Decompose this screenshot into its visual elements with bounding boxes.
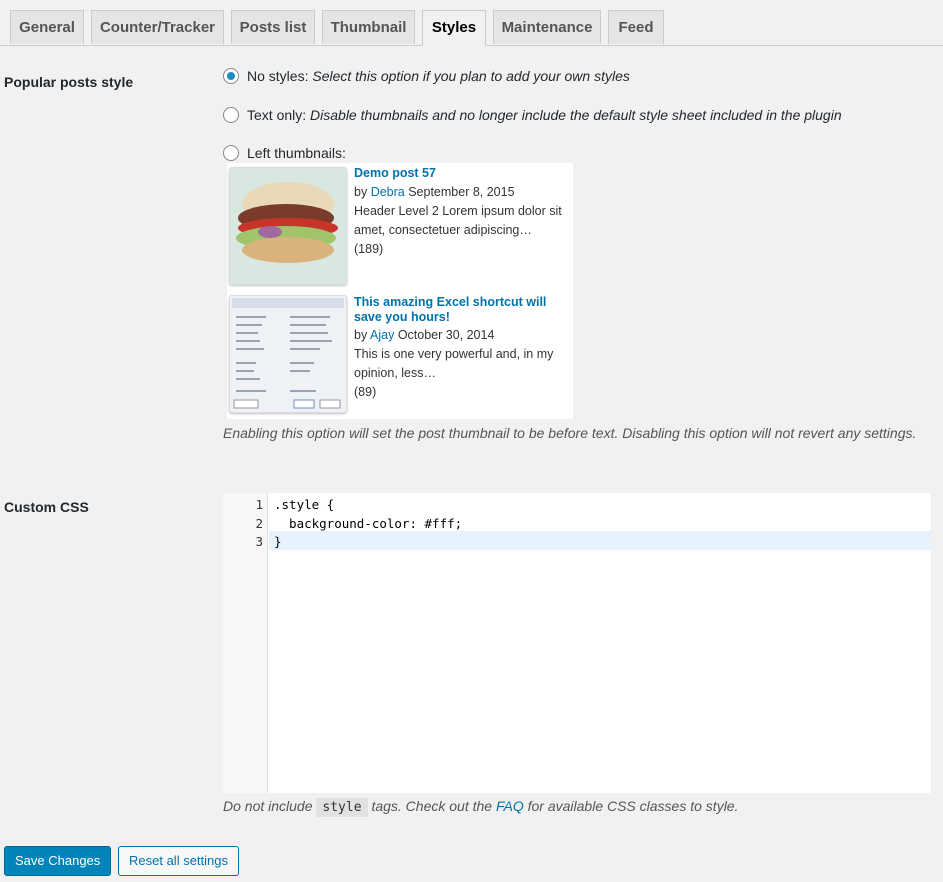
option-text-only-desc: Disable thumbnails and no longer include… <box>310 107 842 123</box>
radio-no-styles[interactable] <box>223 68 239 84</box>
option-no-styles[interactable]: No styles: Select this option if you pla… <box>223 68 630 84</box>
settings-tabs: General Counter/Tracker Posts list Thumb… <box>0 0 943 46</box>
custom-css-label: Custom CSS <box>4 499 89 515</box>
tab-counter-tracker[interactable]: Counter/Tracker <box>91 10 224 44</box>
tab-general[interactable]: General <box>10 10 84 44</box>
code-line: } <box>274 534 282 549</box>
preview-post-meta: by Debra September 8, 2015 Header Level … <box>354 185 562 256</box>
preview-post-title[interactable]: This amazing Excel shortcut will save yo… <box>354 295 564 325</box>
line-number: 3 <box>255 534 263 549</box>
preview-post-title[interactable]: Demo post 57 <box>354 166 564 181</box>
option-no-styles-desc: Select this option if you plan to add yo… <box>312 68 630 84</box>
active-line-highlight <box>269 531 931 550</box>
tab-thumbnail[interactable]: Thumbnail <box>322 10 415 44</box>
faq-link[interactable]: FAQ <box>496 798 524 814</box>
left-thumbnails-preview: Demo post 57 by Debra September 8, 2015 … <box>227 163 573 419</box>
option-left-thumbnails-name: Left thumbnails: <box>247 145 346 161</box>
radio-text-only[interactable] <box>223 107 239 123</box>
tab-posts-list[interactable]: Posts list <box>231 10 315 44</box>
custom-css-help: Do not include style tags. Check out the… <box>223 798 739 817</box>
option-no-styles-name: No styles: <box>247 68 309 84</box>
tab-maintenance[interactable]: Maintenance <box>493 10 601 44</box>
save-changes-button[interactable]: Save Changes <box>4 846 112 876</box>
burger-thumbnail <box>229 167 347 285</box>
preview-post-meta: by Ajay October 30, 2014 This is one ver… <box>354 328 554 399</box>
option-text-only-name: Text only: <box>247 107 307 123</box>
line-number: 2 <box>255 516 263 531</box>
option-text-only[interactable]: Text only: Disable thumbnails and no lon… <box>223 107 842 123</box>
line-number-gutter: 1 2 3 <box>223 493 268 793</box>
author-link[interactable]: Ajay <box>370 328 394 342</box>
option-left-thumbnails[interactable]: Left thumbnails: <box>223 145 346 161</box>
tab-styles[interactable]: Styles <box>422 10 486 46</box>
reset-settings-button[interactable]: Reset all settings <box>118 846 239 876</box>
line-number: 1 <box>255 497 263 512</box>
code-line: .style { <box>274 497 335 512</box>
css-code-editor[interactable]: 1 2 3 .style { background-color: #fff; } <box>223 493 931 793</box>
views-count: (89) <box>354 385 377 399</box>
views-count: (189) <box>354 242 384 256</box>
code-line: background-color: #fff; <box>274 516 463 531</box>
author-link[interactable]: Debra <box>371 185 405 199</box>
tab-feed[interactable]: Feed <box>608 10 664 44</box>
style-tag-code: style <box>316 798 368 817</box>
excel-thumbnail <box>229 295 347 413</box>
radio-left-thumbnails[interactable] <box>223 145 239 161</box>
thumbnail-note: Enabling this option will set the post t… <box>223 425 917 441</box>
popular-posts-style-label: Popular posts style <box>4 74 134 90</box>
